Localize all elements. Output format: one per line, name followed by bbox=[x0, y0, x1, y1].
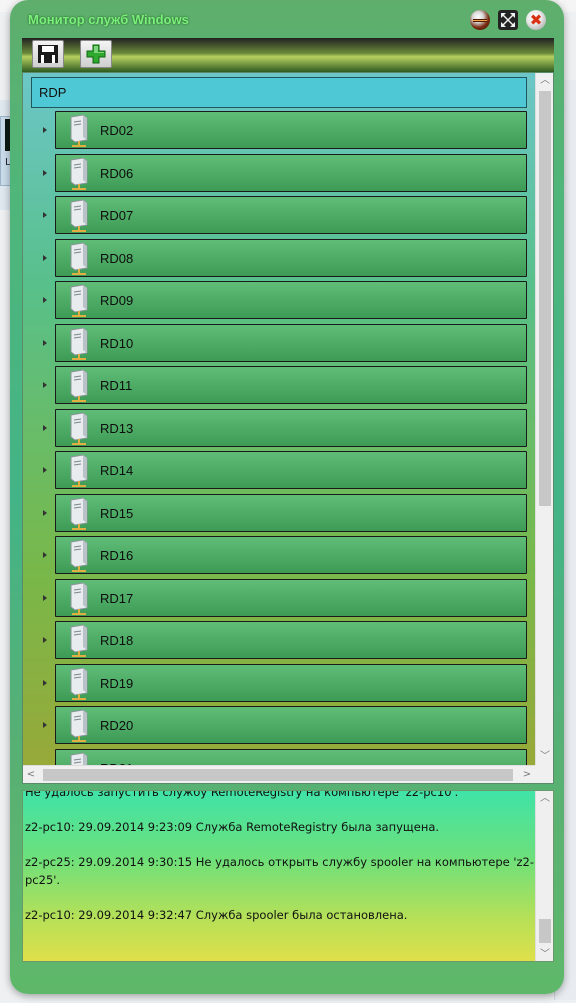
server-icon bbox=[70, 114, 88, 147]
tree-node[interactable]: RD13 bbox=[55, 408, 527, 447]
minimize-icon bbox=[473, 18, 487, 22]
computer-tree-panel: RDP RD02 RD06 RD07 RD08 RD09 RD10 RD11 RD13 RD14… bbox=[22, 72, 554, 784]
toolbar bbox=[22, 38, 554, 72]
tree-node-label: RD08 bbox=[100, 250, 134, 266]
tree-node-label: RD11 bbox=[100, 378, 133, 393]
log-entry: z2-pc25: 29.09.2014 9:30:15 Не удалось о… bbox=[25, 855, 535, 887]
server-icon bbox=[70, 454, 88, 487]
scroll-right-icon[interactable]: > bbox=[519, 766, 535, 783]
expand-arrow-icon[interactable] bbox=[43, 509, 47, 516]
expand-arrow-icon[interactable] bbox=[43, 424, 47, 431]
server-icon bbox=[70, 156, 88, 190]
server-icon bbox=[70, 751, 88, 765]
tree-node-label: RD15 bbox=[100, 505, 134, 521]
maximize-icon bbox=[501, 13, 515, 27]
log-scroll-down-icon[interactable]: ﹀ bbox=[536, 947, 553, 961]
close-icon: ✖ bbox=[529, 11, 543, 29]
log-entry: z2-pc10: 29.09.2014 9:32:47 Служба spool… bbox=[25, 908, 408, 922]
tree-node-label: RD16 bbox=[100, 548, 134, 563]
expand-arrow-icon[interactable] bbox=[43, 297, 47, 303]
tree-node-label: RD06 bbox=[100, 165, 134, 181]
server-icon bbox=[70, 326, 88, 360]
save-button[interactable] bbox=[32, 40, 64, 68]
tree-node[interactable]: RD16 bbox=[55, 536, 527, 574]
tree-node-label: RD18 bbox=[100, 633, 134, 648]
tree-node-label: RD10 bbox=[100, 335, 134, 351]
expand-arrow-icon[interactable] bbox=[43, 679, 47, 686]
tree-node[interactable]: RD14 bbox=[55, 451, 527, 489]
server-icon bbox=[70, 241, 88, 275]
floppy-disk-icon bbox=[38, 45, 58, 63]
server-icon bbox=[70, 624, 88, 657]
expand-arrow-icon[interactable] bbox=[43, 254, 47, 261]
tree-node-label: RD17 bbox=[100, 590, 134, 606]
server-icon bbox=[70, 411, 88, 445]
log-panel[interactable]: Не удалось запустить службу RemoteRegist… bbox=[22, 790, 554, 962]
tree-root-label: RDP bbox=[39, 85, 67, 100]
tree-node[interactable]: RD20 bbox=[55, 706, 527, 744]
tree-vscroll-thumb[interactable] bbox=[539, 91, 551, 506]
expand-arrow-icon[interactable] bbox=[43, 127, 47, 133]
tree-node[interactable]: RD10 bbox=[55, 323, 527, 362]
server-icon bbox=[70, 581, 88, 615]
tree-node[interactable]: RD07 bbox=[55, 196, 527, 234]
expand-arrow-icon[interactable] bbox=[43, 382, 47, 388]
add-button[interactable] bbox=[80, 40, 112, 68]
server-icon bbox=[70, 284, 88, 317]
tree-node[interactable]: RD08 bbox=[55, 238, 527, 277]
tree-hscroll-thumb[interactable] bbox=[43, 769, 513, 781]
tree-node[interactable]: RD11 bbox=[55, 366, 527, 404]
expand-arrow-icon[interactable] bbox=[43, 339, 47, 346]
expand-arrow-icon[interactable] bbox=[43, 467, 47, 473]
server-icon bbox=[70, 496, 88, 530]
tree-node[interactable]: RD21 bbox=[55, 748, 527, 765]
tree-node[interactable]: RD06 bbox=[55, 153, 527, 192]
tree-vertical-scrollbar[interactable]: ︿ ﹀ bbox=[535, 73, 553, 765]
tree-node-label: RD14 bbox=[100, 463, 134, 478]
expand-arrow-icon[interactable] bbox=[43, 637, 47, 643]
tree-node-label: RD09 bbox=[100, 293, 134, 308]
tree-view: RDP RD02 RD06 RD07 RD08 RD09 RD10 RD11 RD13 RD14… bbox=[23, 73, 535, 765]
maximize-button[interactable] bbox=[498, 10, 518, 30]
tree-node[interactable]: RD02 bbox=[55, 111, 527, 149]
tree-node[interactable]: RD18 bbox=[55, 621, 527, 659]
tree-node-label: RD07 bbox=[100, 208, 134, 223]
green-plus-icon bbox=[86, 44, 106, 64]
tree-node[interactable]: RD19 bbox=[55, 663, 527, 702]
log-vertical-scrollbar[interactable]: ︿ ﹀ bbox=[535, 791, 553, 961]
tree-node-label: RD13 bbox=[100, 420, 134, 436]
expand-arrow-icon[interactable] bbox=[43, 722, 47, 728]
expand-arrow-icon[interactable] bbox=[43, 594, 47, 601]
server-icon bbox=[70, 539, 88, 572]
expand-arrow-icon[interactable] bbox=[43, 212, 47, 218]
tree-node-label: RD02 bbox=[100, 123, 134, 138]
service-monitor-window: Монитор служб Windows ✖ RDP RD02 RD06 RD… bbox=[10, 0, 564, 994]
window-title: Монитор служб Windows bbox=[28, 12, 189, 27]
server-icon bbox=[70, 369, 88, 402]
scroll-corner bbox=[535, 765, 553, 783]
server-icon bbox=[70, 709, 88, 742]
scroll-up-icon[interactable]: ︿ bbox=[536, 73, 553, 89]
scroll-left-icon[interactable]: < bbox=[23, 766, 39, 783]
tree-horizontal-scrollbar[interactable]: < > bbox=[23, 765, 535, 783]
server-icon bbox=[70, 199, 88, 232]
log-entry: Не удалось запустить службу RemoteRegist… bbox=[25, 790, 459, 799]
expand-arrow-icon[interactable] bbox=[43, 552, 47, 558]
expand-arrow-icon[interactable] bbox=[43, 169, 47, 176]
log-scroll-up-icon[interactable]: ︿ bbox=[536, 791, 553, 807]
tree-node-label: RD20 bbox=[100, 718, 134, 733]
tree-node[interactable]: RD15 bbox=[55, 493, 527, 532]
tree-root-node[interactable]: RDP bbox=[31, 77, 527, 108]
close-button[interactable]: ✖ bbox=[526, 10, 546, 30]
scroll-down-icon[interactable]: ﹀ bbox=[536, 749, 553, 765]
log-vscroll-thumb[interactable] bbox=[539, 919, 551, 943]
tree-node[interactable]: RD09 bbox=[55, 281, 527, 319]
log-entry: z2-pc10: 29.09.2014 9:23:09 Служба Remot… bbox=[25, 820, 440, 834]
tree-node-label: RD19 bbox=[100, 675, 134, 691]
server-icon bbox=[70, 666, 88, 700]
minimize-button[interactable] bbox=[470, 10, 490, 30]
log-text: Не удалось запустить службу RemoteRegist… bbox=[25, 790, 535, 941]
tree-node[interactable]: RD17 bbox=[55, 578, 527, 617]
